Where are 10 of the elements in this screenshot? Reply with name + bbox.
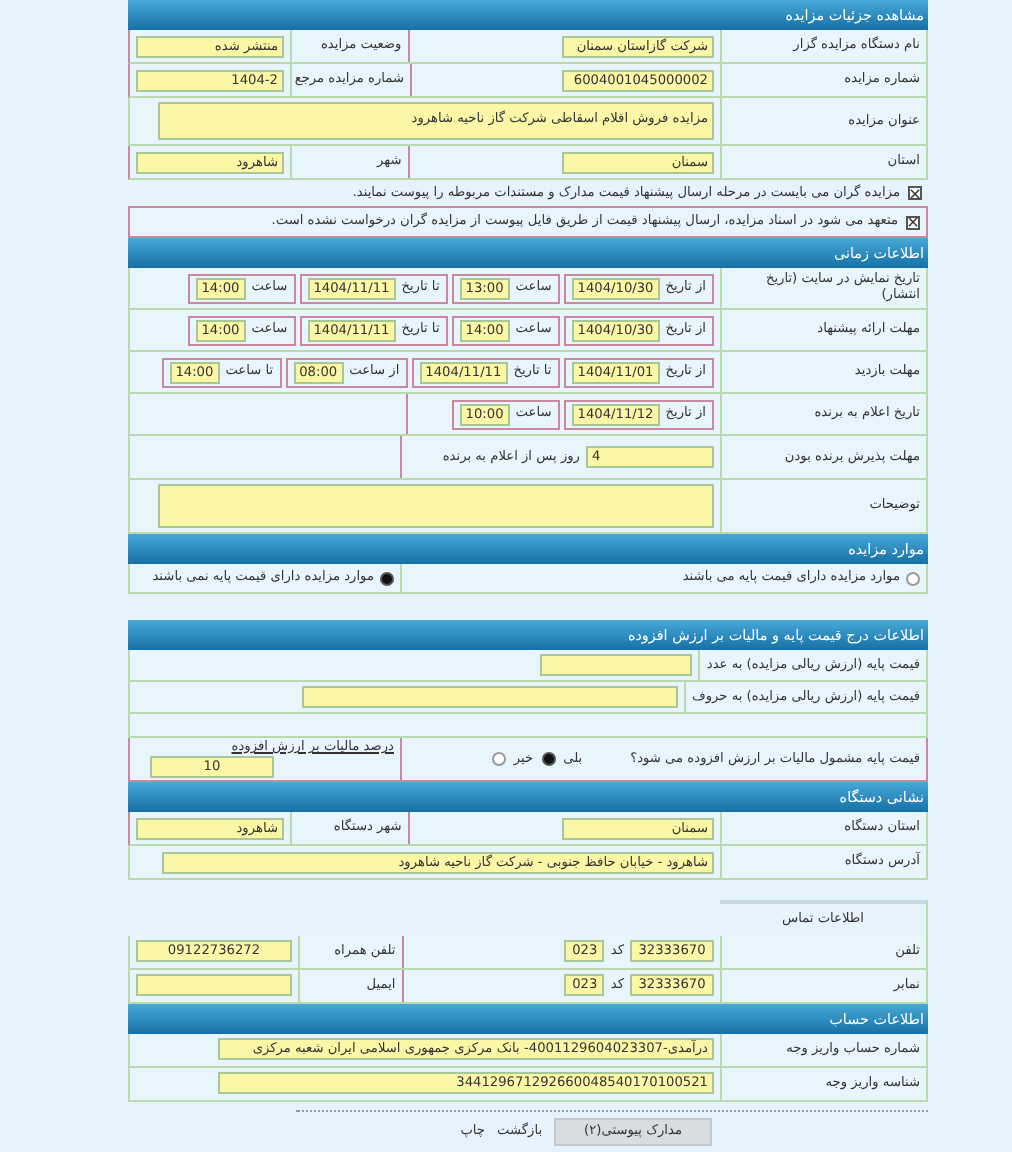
checkbox[interactable] — [908, 186, 922, 200]
input-field[interactable] — [540, 654, 693, 676]
radio-button[interactable] — [380, 571, 394, 585]
checkbox[interactable] — [906, 215, 920, 229]
input-field[interactable] — [136, 974, 292, 997]
radio-button[interactable] — [541, 752, 556, 766]
radio-button[interactable] — [491, 752, 506, 766]
radio-button[interactable] — [906, 571, 920, 585]
input-field[interactable] — [301, 686, 678, 708]
input-field[interactable] — [158, 484, 714, 528]
